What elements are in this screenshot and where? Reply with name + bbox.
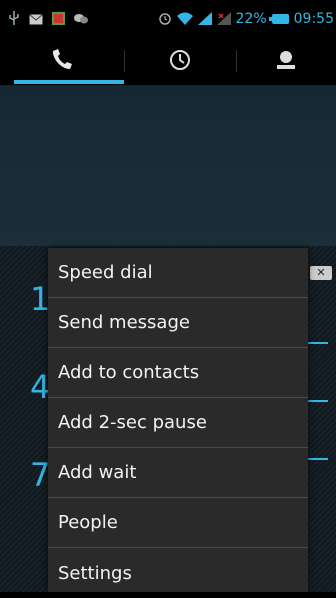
dialpad-divider [308,458,328,460]
picture-icon [52,10,65,29]
menu-item-add-pause[interactable]: Add 2-sec pause [48,398,308,448]
status-bar: 22% 09:55 [0,0,336,38]
battery-icon [268,14,289,24]
menu-item-settings[interactable]: Settings [48,548,308,598]
tab-bar [0,38,336,86]
wechat-icon [74,10,88,29]
menu-item-add-wait[interactable]: Add wait [48,448,308,498]
wifi-icon [176,10,193,29]
overflow-menu: Speed dial Send message Add to contacts … [48,248,308,592]
tab-contacts[interactable] [236,38,336,85]
mail-icon [29,10,43,29]
signal-icon [197,10,212,29]
no-signal-icon [216,10,231,29]
contact-icon [275,49,297,75]
dialpad-divider [308,342,328,344]
phone-icon [50,48,74,75]
tab-recent[interactable] [124,38,236,85]
menu-item-speed-dial[interactable]: Speed dial [48,248,308,298]
clock-icon [169,49,191,75]
battery-percent: 22% [235,11,267,27]
alarm-icon [158,10,172,29]
menu-item-send-message[interactable]: Send message [48,298,308,348]
delete-key[interactable]: ✕ [310,266,332,280]
menu-item-people[interactable]: People [48,498,308,548]
notification-icons [0,10,88,29]
tab-selected-indicator [14,80,124,84]
menu-item-add-to-contacts[interactable]: Add to contacts [48,348,308,398]
dialpad-divider [308,400,328,402]
digits-display [0,86,336,246]
clock-time: 09:55 [293,11,334,27]
system-icons: 22% 09:55 [158,0,334,38]
usb-icon [8,10,20,29]
backspace-icon: ✕ [316,266,326,279]
tab-phone[interactable] [0,38,124,85]
